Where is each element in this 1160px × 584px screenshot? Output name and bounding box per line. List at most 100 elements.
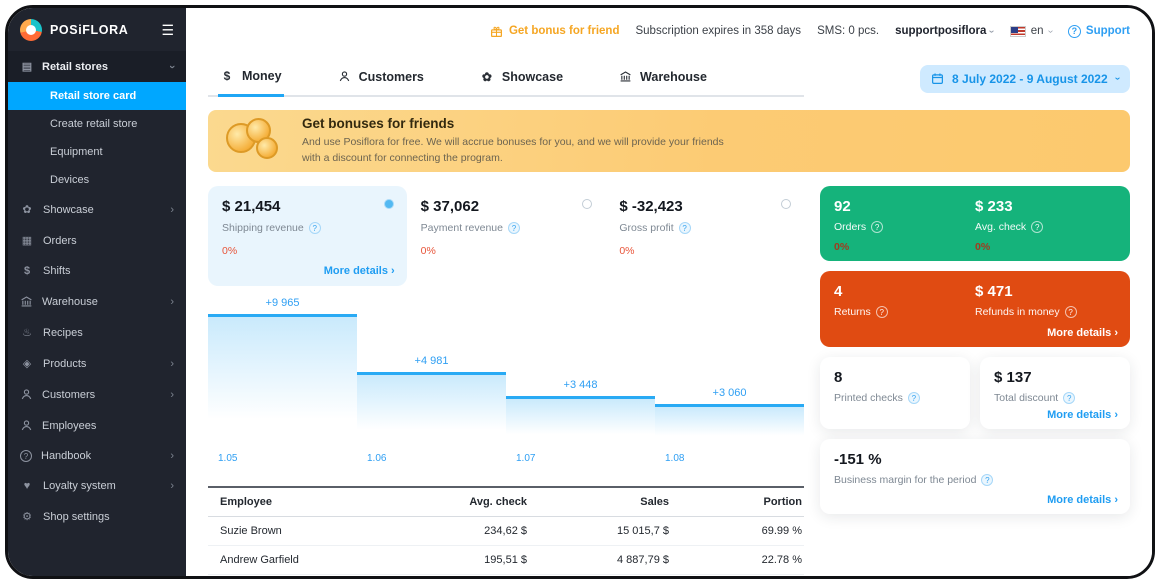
help-icon[interactable] <box>308 222 321 234</box>
card-percent: 0% <box>975 241 991 253</box>
support-link[interactable]: Support <box>1067 24 1130 38</box>
sidebar-item-orders[interactable]: Orders <box>8 225 186 256</box>
chart-value-label: +4 981 <box>414 355 449 367</box>
get-bonus-link[interactable]: Get bonus for friend <box>490 25 619 38</box>
col-header-avg-check: Avg. check <box>469 496 527 508</box>
card-label-text: Orders <box>834 221 867 233</box>
returns-card[interactable]: 4 Returns $ 471 Refunds in money <box>820 271 1130 347</box>
card-label-text: Refunds in money <box>975 306 1060 318</box>
tab-money[interactable]: Money <box>218 60 284 97</box>
table-row[interactable]: Suzie Brown 234,62 $ 15 015,7 $ 69.99 % <box>208 517 804 546</box>
sidebar-item-label: Loyalty system <box>43 480 116 492</box>
cell-sales: 15 015,7 $ <box>617 525 669 537</box>
help-icon[interactable] <box>1031 221 1044 233</box>
help-icon[interactable] <box>981 474 994 486</box>
cell-sales: 4 887,79 $ <box>617 554 669 566</box>
sidebar-item-employees[interactable]: Employees <box>8 410 186 441</box>
flower-icon <box>480 70 494 84</box>
bonus-banner[interactable]: Get bonuses for friends And use Posiflor… <box>208 110 1130 172</box>
stat-radio-selected[interactable] <box>383 199 394 209</box>
sidebar-item-retail-stores[interactable]: Retail stores <box>8 51 186 82</box>
tabs-row: Money Customers Showcase Warehouse 8 Jul… <box>208 60 1130 97</box>
sidebar-item-devices[interactable]: Devices <box>8 166 186 194</box>
coins-icon <box>224 117 286 165</box>
hamburger-menu-icon[interactable] <box>161 22 174 39</box>
sidebar-item-handbook[interactable]: Handbook <box>8 441 186 471</box>
stat-radio[interactable] <box>781 199 792 209</box>
chevron-down-icon <box>1112 77 1123 80</box>
col-header-portion: Portion <box>763 496 803 508</box>
store-icon <box>20 60 34 73</box>
sidebar-item-warehouse[interactable]: Warehouse <box>8 286 186 317</box>
tab-showcase[interactable]: Showcase <box>478 60 565 95</box>
card-label-text: Business margin for the period <box>834 474 977 486</box>
more-details-link[interactable]: More details <box>1047 409 1118 421</box>
sidebar-item-loyalty-system[interactable]: Loyalty system <box>8 471 186 501</box>
stat-payment-revenue[interactable]: $ 37,062 Payment revenue 0% <box>407 186 606 286</box>
orders-card[interactable]: 92 Orders 0% $ 233 Avg. check <box>820 186 1130 261</box>
business-margin-card[interactable]: -151 % Business margin for the period Mo… <box>820 439 1130 514</box>
posiflora-logo-icon <box>20 19 42 41</box>
printed-checks-card[interactable]: 8 Printed checks <box>820 357 970 429</box>
help-icon[interactable] <box>871 221 884 233</box>
x-axis-tick: 1.06 <box>367 453 387 464</box>
help-icon[interactable] <box>1063 392 1076 404</box>
sidebar-item-label: Products <box>43 357 87 370</box>
total-discount-card[interactable]: $ 137 Total discount More details <box>980 357 1130 429</box>
card-value: -151 % <box>834 451 882 468</box>
more-details-link[interactable]: More details <box>324 265 395 277</box>
sidebar-item-label: Shop settings <box>43 510 110 523</box>
tabs: Money Customers Showcase Warehouse <box>208 60 804 97</box>
stat-value: $ 21,454 <box>222 198 281 215</box>
sidebar-item-recipes[interactable]: Recipes <box>8 317 186 348</box>
products-icon <box>20 357 34 370</box>
stat-gross-profit[interactable]: $ -32,423 Gross profit 0% <box>605 186 804 286</box>
help-icon[interactable] <box>678 222 691 234</box>
calendar-icon <box>932 73 943 84</box>
help-icon[interactable] <box>907 392 920 404</box>
help-icon[interactable] <box>1064 306 1077 318</box>
logo-row: POSiFLORA <box>8 8 186 51</box>
card-percent: 0% <box>834 241 850 253</box>
stat-label: Shipping revenue <box>222 222 304 234</box>
chevron-right-icon <box>170 480 174 492</box>
subscription-status: Subscription expires in 358 days <box>635 25 802 37</box>
app-window: POSiFLORA Retail stores Retail store car… <box>5 5 1155 579</box>
card-value: $ 471 <box>975 283 1013 300</box>
sidebar-item-shop-settings[interactable]: Shop settings <box>8 501 186 532</box>
sidebar-item-equipment[interactable]: Equipment <box>8 138 186 166</box>
sidebar-item-retail-store-card[interactable]: Retail store card <box>8 82 186 110</box>
stat-percent: 0% <box>420 245 436 257</box>
sidebar-item-shifts[interactable]: Shifts <box>8 256 186 286</box>
sidebar-item-products[interactable]: Products <box>8 348 186 379</box>
more-details-link[interactable]: More details <box>1047 494 1118 506</box>
question-circle-icon <box>1067 24 1081 38</box>
chevron-right-icon <box>170 389 174 401</box>
stat-percent: 0% <box>619 245 635 257</box>
revenue-stats: $ 21,454 Shipping revenue 0% More detail… <box>208 186 804 286</box>
sidebar-item-showcase[interactable]: Showcase <box>8 194 186 225</box>
sidebar-item-customers[interactable]: Customers <box>8 379 186 410</box>
recipes-icon <box>20 326 34 339</box>
tab-customers[interactable]: Customers <box>336 60 426 95</box>
stat-label: Payment revenue <box>420 222 503 234</box>
tab-warehouse[interactable]: Warehouse <box>617 60 709 95</box>
date-range-picker[interactable]: 8 July 2022 - 9 August 2022 <box>920 64 1130 93</box>
stat-value: $ 37,062 <box>420 198 480 215</box>
bank-icon <box>620 71 631 82</box>
banner-texts: Get bonuses for friends And use Posiflor… <box>302 116 742 167</box>
sidebar-item-create-retail-store[interactable]: Create retail store <box>8 110 186 138</box>
table-row[interactable]: Andrew Garfield 195,51 $ 4 887,79 $ 22.7… <box>208 546 804 575</box>
dollar-icon <box>20 265 34 277</box>
card-value: $ 233 <box>975 198 1013 215</box>
stat-shipping-revenue[interactable]: $ 21,454 Shipping revenue 0% More detail… <box>208 186 407 286</box>
more-details-link[interactable]: More details <box>1047 327 1118 339</box>
sidebar-item-label: Shifts <box>43 265 71 277</box>
language-selector[interactable]: en <box>1009 25 1052 37</box>
account-menu[interactable]: supportposiflora <box>895 25 994 37</box>
avg-check-block: $ 233 Avg. check 0% <box>975 198 1116 253</box>
card-label-text: Avg. check <box>975 221 1027 233</box>
help-icon[interactable] <box>507 222 520 234</box>
card-label-text: Returns <box>834 306 871 318</box>
help-icon[interactable] <box>875 306 888 318</box>
